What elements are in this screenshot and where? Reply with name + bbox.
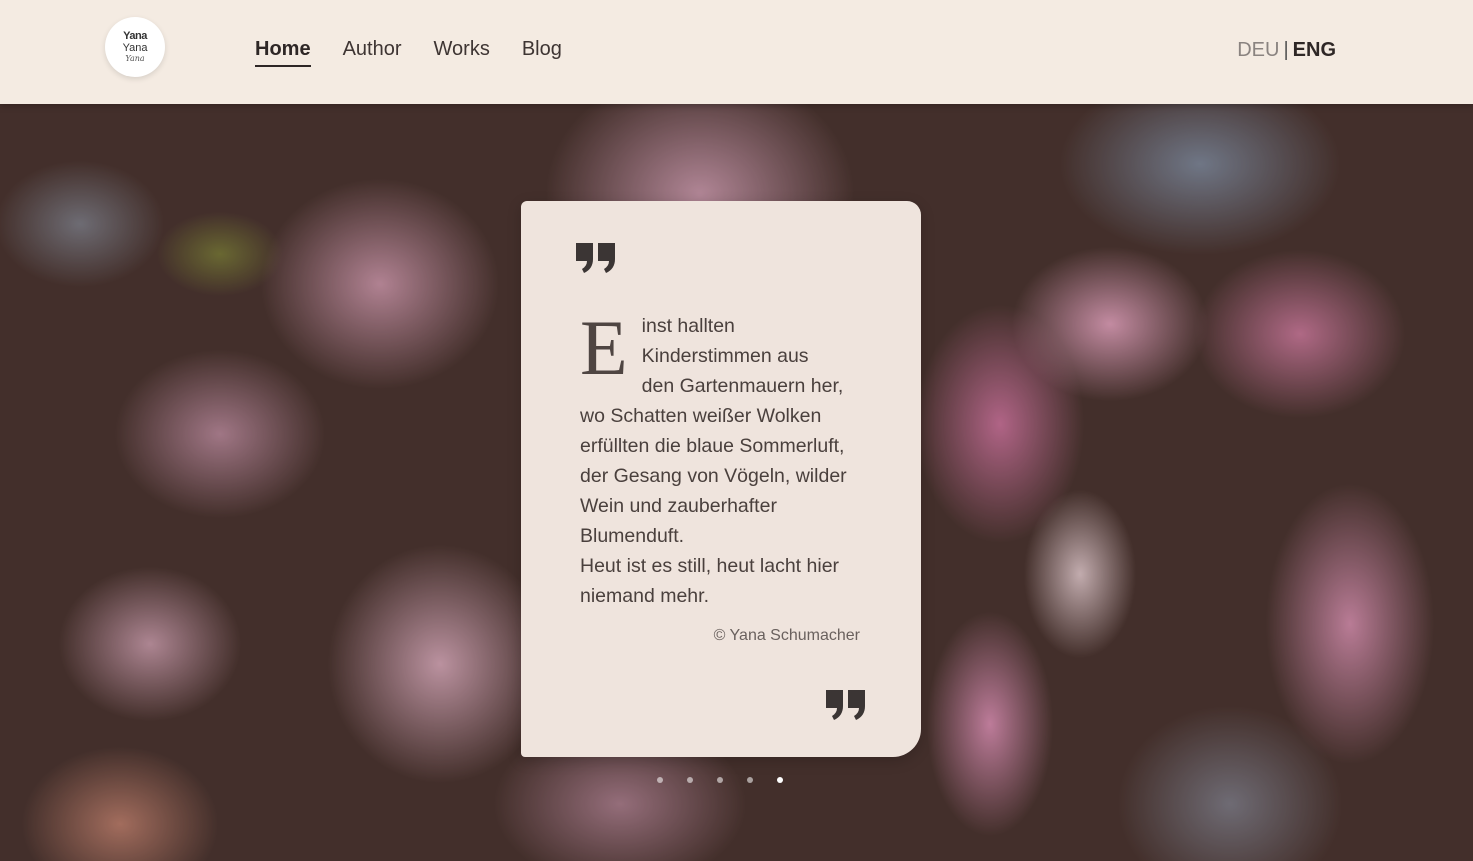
- slider-dot-1[interactable]: [657, 777, 663, 783]
- main-nav: Home Author Works Blog: [255, 38, 562, 67]
- logo-line-3: Yana: [125, 54, 145, 63]
- quote-text: E inst hallten Kinderstimmen aus den Gar…: [580, 304, 870, 611]
- quote-card: E inst hallten Kinderstimmen aus den Gar…: [521, 201, 921, 757]
- language-deu[interactable]: DEU: [1237, 39, 1279, 61]
- slider-dot-2[interactable]: [687, 777, 693, 783]
- quote-line: erfüllten die blaue Sommerluft,: [580, 435, 845, 457]
- quote-open-icon: [576, 243, 615, 273]
- logo-line-1: Yana: [123, 30, 147, 42]
- slider-dot-3[interactable]: [717, 777, 723, 783]
- nav-item-blog[interactable]: Blog: [522, 38, 562, 67]
- quote-close-icon: [826, 690, 865, 720]
- language-eng[interactable]: ENG: [1293, 39, 1336, 61]
- nav-item-author[interactable]: Author: [343, 38, 402, 67]
- quote-line: Blumenduft.: [580, 525, 685, 547]
- slider-dot-5[interactable]: [777, 777, 783, 783]
- quote-line: Heut ist es still, heut lacht hier: [580, 555, 840, 577]
- slider-dot-4[interactable]: [747, 777, 753, 783]
- nav-item-works[interactable]: Works: [434, 38, 490, 67]
- quote-dropcap: E: [580, 304, 628, 391]
- quote-line: der Gesang von Vögeln, wilder: [580, 465, 847, 487]
- quote-line: niemand mehr.: [580, 585, 709, 607]
- site-logo[interactable]: Yana Yana Yana: [105, 17, 165, 77]
- logo-line-2: Yana: [122, 42, 148, 54]
- quote-signature: © Yana Schumacher: [713, 627, 860, 644]
- slider-pagination: [657, 777, 783, 783]
- quote-line: wo Schatten weißer Wolken: [580, 405, 822, 427]
- language-switcher: DEU | ENG: [1237, 39, 1336, 62]
- quote-line: Wein und zauberhafter: [580, 495, 777, 517]
- site-header: Yana Yana Yana Home Author Works Blog DE…: [0, 0, 1473, 104]
- nav-item-home[interactable]: Home: [255, 38, 311, 67]
- language-separator: |: [1283, 39, 1289, 61]
